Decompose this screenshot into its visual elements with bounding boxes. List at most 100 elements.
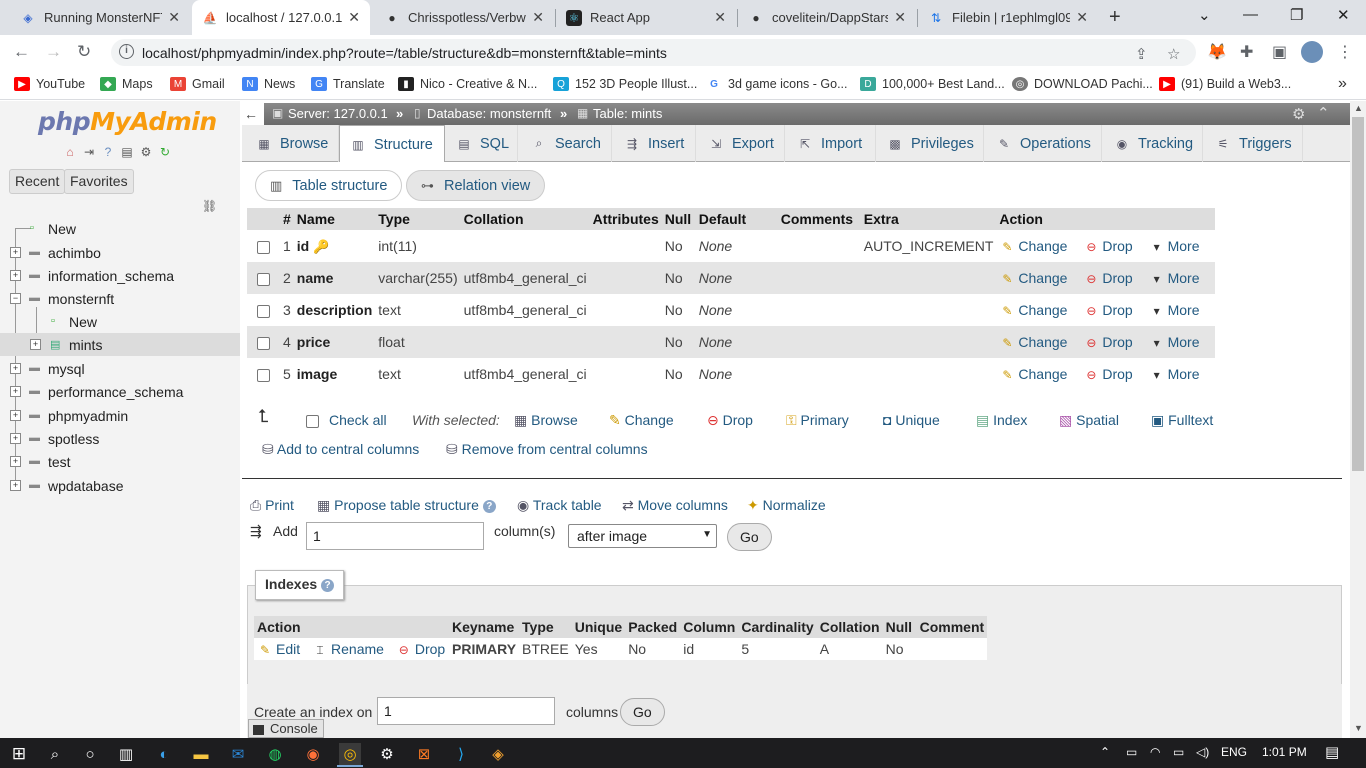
bookmark-item[interactable]: ◎ DOWNLOAD Pachi... [1012,77,1153,91]
wifi-icon[interactable]: ◠ [1150,745,1160,759]
close-icon[interactable]: ✕ [532,9,544,26]
close-window-button[interactable]: ✕ [1337,6,1350,24]
add-central-columns[interactable]: ⛁ Add to central columns [262,441,419,458]
clock[interactable]: 1:01 PM [1262,745,1307,759]
drop-button[interactable]: ⊖ Drop [1083,238,1132,254]
scroll-up-icon[interactable]: ▲ [1354,103,1363,113]
move-columns-link[interactable]: ⇄ Move columns [622,497,728,514]
breadcrumb-database[interactable]: Database: monsternft [427,106,551,121]
row-checkbox[interactable] [257,304,270,318]
tab-search[interactable]: ⌕ Search [521,125,612,162]
link-icon[interactable]: ⛓ [202,199,217,213]
with-selected-spatial[interactable]: ▧ Spatial [1059,412,1119,429]
tab-operations[interactable]: ✎ Operations [986,125,1102,162]
more-dropdown[interactable]: ▾ More [1149,366,1200,382]
breadcrumb-table[interactable]: Table: mints [593,106,662,121]
with-selected-drop[interactable]: ⊖ Drop [707,412,753,429]
browser-tab[interactable]: ● Chrisspotless/Verbwir ✕ [374,0,554,35]
metamask-icon[interactable]: 🦊 [1207,42,1227,62]
notifications-icon[interactable]: ▤ [1325,743,1339,761]
expand-icon[interactable]: + [10,363,21,374]
tab-privileges[interactable]: ▩ Privileges [877,125,984,162]
with-selected-browse[interactable]: ▦ Browse [514,412,578,429]
column-header[interactable]: Name [293,208,376,230]
tree-item-performance-schema[interactable]: + ▬ performance_schema [0,380,240,403]
reload-button[interactable]: ↻ [77,42,91,62]
browser-tab[interactable]: ⚛ React App ✕ [556,0,736,35]
expand-icon[interactable]: + [10,270,21,281]
address-bar[interactable]: i localhost/phpmyadmin/index.php?route=/… [111,39,1196,66]
column-position-select[interactable]: after image ▼ [568,524,717,548]
tab-browse[interactable]: ▦ Browse [246,125,339,162]
close-icon[interactable]: ✕ [348,9,360,26]
tree-item-wpdatabase[interactable]: + ▬ wpdatabase [0,474,240,497]
meet-now-icon[interactable]: ▭ [1126,745,1137,759]
bookmark-item[interactable]: M Gmail [170,77,225,91]
battery-icon[interactable]: ▭ [1173,745,1184,759]
recent-button[interactable]: Recent [9,169,66,194]
browser-tab[interactable]: ● covelitein/DappStars_ ✕ [738,0,916,35]
bookmark-item[interactable]: Q 152 3D People Illust... [553,77,697,91]
change-button[interactable]: ✎ Change [999,270,1067,286]
drop-index-button[interactable]: ⊖ Drop [396,641,445,657]
logout-icon[interactable]: ⇥ [81,144,97,160]
tree-item-mints[interactable]: + ▤ mints [0,333,240,356]
rename-index-button[interactable]: ⌶ Rename [312,641,384,657]
subtab-table-structure[interactable]: ▥ Table structure [255,170,403,201]
profile-avatar[interactable] [1301,41,1323,63]
subtab-relation-view[interactable]: ⊶ Relation view [406,170,546,201]
browser-tab-active[interactable]: ⛵ localhost / 127.0.0.1 / ✕ [192,0,370,35]
vscode-icon[interactable]: ⟩ [450,743,472,765]
drop-button[interactable]: ⊖ Drop [1083,366,1132,382]
tab-sql[interactable]: ▤ SQL [446,125,518,162]
scrollbar-thumb[interactable] [1352,117,1364,471]
add-columns-go-button[interactable]: Go [727,523,772,551]
restore-button[interactable]: ❐ [1290,6,1303,24]
bookmark-item[interactable]: ▶ YouTube [14,77,85,91]
tab-search-chevron-icon[interactable]: ⌄ [1198,6,1211,24]
normalize-link[interactable]: ✦ Normalize [747,497,826,514]
with-selected-fulltext[interactable]: ▣ Fulltext [1151,412,1213,429]
tab-export[interactable]: ⇲ Export [698,125,785,162]
tree-item-information-schema[interactable]: + ▬ information_schema [0,264,240,287]
drop-button[interactable]: ⊖ Drop [1083,302,1132,318]
help-icon[interactable]: ? [321,578,335,592]
browser-tab[interactable]: ⇅ Filebin | r1ephlmgl09r ✕ [918,0,1098,35]
bookmark-item[interactable]: G 3d game icons - Go... [706,77,848,91]
console-toggle[interactable]: Console [248,719,324,738]
create-index-go-button[interactable]: Go [620,698,665,726]
drop-button[interactable]: ⊖ Drop [1083,270,1132,286]
check-all-label[interactable]: Check all [329,412,387,428]
tree-item-new[interactable]: ▫ New [0,217,240,240]
tree-item-phpmyadmin[interactable]: + ▬ phpmyadmin [0,404,240,427]
tab-structure[interactable]: ▥ Structure [339,125,445,163]
firefox-icon[interactable]: ◉ [302,743,324,765]
tab-triggers[interactable]: ⚟ Triggers [1205,125,1303,162]
with-selected-index[interactable]: ▤ Index [976,412,1027,429]
tree-item-new-table[interactable]: ▫ New [0,310,240,333]
tree-item-spotless[interactable]: + ▬ spotless [0,427,240,450]
print-link[interactable]: ⎙ Print [250,497,294,514]
bookmark-item[interactable]: D 100,000+ Best Land... [860,77,1005,91]
more-bookmarks-icon[interactable]: » [1338,75,1347,93]
site-info-icon[interactable]: i [119,44,134,59]
create-index-count-input[interactable]: 1 [377,697,555,725]
change-button[interactable]: ✎ Change [999,334,1067,350]
expand-icon[interactable]: + [10,456,21,467]
expand-icon[interactable]: + [10,433,21,444]
windows-start-icon[interactable]: ⊞ [8,743,30,765]
tray-chevron-icon[interactable]: ⌃ [1100,745,1110,759]
bookmark-item[interactable]: G Translate [311,77,385,91]
close-icon[interactable]: ✕ [168,9,180,26]
more-dropdown[interactable]: ▾ More [1149,238,1200,254]
tree-item-monsternft[interactable]: − ▬ monsternft [0,287,240,310]
tree-item-test[interactable]: + ▬ test [0,450,240,473]
reload-nav-icon[interactable]: ↻ [157,144,173,160]
app-icon[interactable]: ◈ [487,743,509,765]
browser-tab[interactable]: ◈ Running MonsterNFT ✕ [10,0,190,35]
back-button[interactable]: ← [13,42,30,62]
menu-icon[interactable]: ⋮ [1337,42,1353,62]
close-icon[interactable]: ✕ [894,9,906,26]
edit-index-button[interactable]: ✎ Edit [257,641,300,657]
close-icon[interactable]: ✕ [1076,9,1088,26]
